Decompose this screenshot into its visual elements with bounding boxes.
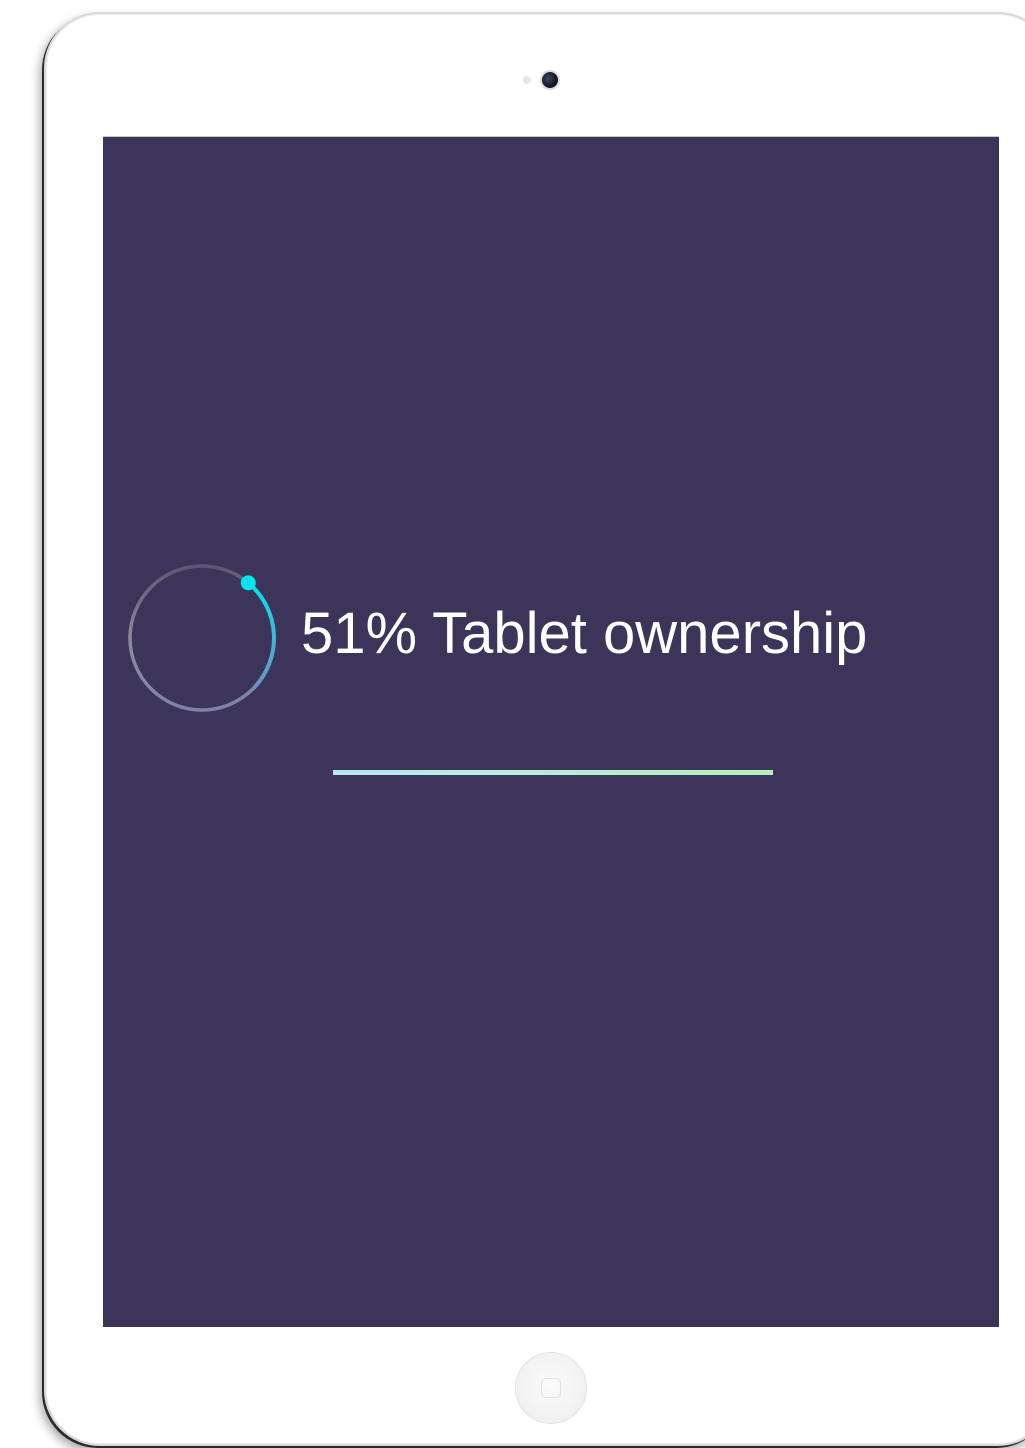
home-button-icon (541, 1378, 561, 1398)
camera-icon (542, 72, 558, 88)
stat-heading: 51% Tablet ownership (301, 601, 868, 666)
progress-ring (128, 564, 276, 712)
progress-ring-arc (246, 580, 276, 690)
divider-line (333, 770, 773, 775)
progress-ring-knob (240, 575, 256, 591)
home-button[interactable] (515, 1352, 587, 1424)
light-sensor-icon (523, 76, 531, 84)
tablet-screen: 51% Tablet ownership (103, 137, 999, 1327)
front-camera (520, 70, 580, 90)
